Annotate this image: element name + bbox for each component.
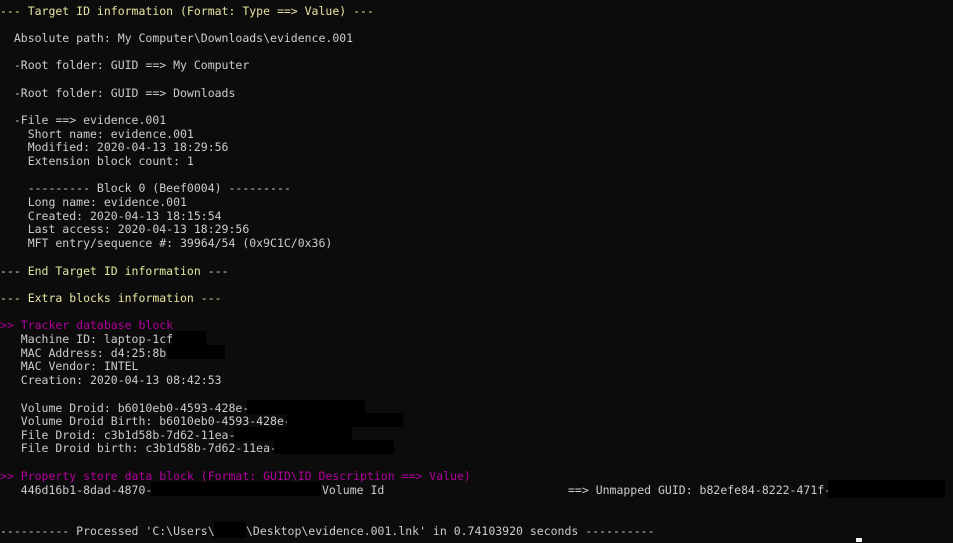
text-cursor — [856, 538, 862, 542]
redaction-block — [214, 522, 246, 538]
property-description: Volume Id — [322, 483, 385, 497]
short-name-line: Short name: evidence.001 — [0, 127, 194, 141]
property-guid: 446d16b1-8dad-4870- — [0, 483, 153, 497]
file-droid-line: File Droid: c3b1d58b-7d62-11ea- — [0, 428, 236, 442]
processed-line-suffix: \Desktop\evidence.001.lnk' in 0.74103920… — [246, 524, 655, 538]
target-id-header: --- Target ID information (Format: Type … — [0, 4, 374, 18]
property-value: ==> Unmapped GUID: b82efe84-8222-471f- — [568, 483, 832, 497]
end-target-id-line: --- End Target ID information --- — [0, 264, 229, 278]
created-line: Created: 2020-04-13 18:15:54 — [0, 209, 222, 223]
terminal-window[interactable]: --- Target ID information (Format: Type … — [0, 0, 953, 543]
redaction-block — [167, 345, 225, 359]
file-droid-birth-line: File Droid birth: c3b1d58b-7d62-11ea- — [0, 441, 277, 455]
absolute-path-line: Absolute path: My Computer\Downloads\evi… — [0, 31, 354, 45]
redaction-block — [172, 331, 206, 345]
root-folder-line: -Root folder: GUID ==> My Computer — [0, 58, 250, 72]
redaction-block — [151, 482, 321, 496]
redaction-block — [274, 440, 394, 454]
extension-block-count-line: Extension block count: 1 — [0, 154, 194, 168]
creation-line: Creation: 2020-04-13 08:42:53 — [0, 373, 222, 387]
file-line: -File ==> evidence.001 — [0, 113, 167, 127]
mac-address-line: MAC Address: d4:25:8b — [0, 346, 167, 360]
redaction-block — [287, 413, 403, 427]
redaction-block — [247, 400, 365, 414]
long-name-line: Long name: evidence.001 — [0, 195, 187, 209]
modified-line: Modified: 2020-04-13 18:29:56 — [0, 140, 229, 154]
mft-entry-line: MFT entry/sequence #: 39964/54 (0x9C1C/0… — [0, 236, 333, 250]
mac-vendor-line: MAC Vendor: INTEL — [0, 359, 139, 373]
last-access-line: Last access: 2020-04-13 18:29:56 — [0, 222, 250, 236]
machine-id-line: Machine ID: laptop-1cf — [0, 332, 174, 346]
property-store-header: >> Property store data block (Format: GU… — [0, 469, 471, 483]
volume-droid-birth-line: Volume Droid Birth: b6010eb0-4593-428e- — [0, 414, 291, 428]
redaction-block — [234, 427, 352, 441]
block-header-line: --------- Block 0 (Beef0004) --------- — [0, 181, 291, 195]
root-folder-line: -Root folder: GUID ==> Downloads — [0, 86, 236, 100]
extra-blocks-header: --- Extra blocks information --- — [0, 291, 222, 305]
processed-line-prefix: ---------- Processed 'C:\Users\ — [0, 524, 215, 538]
volume-droid-line: Volume Droid: b6010eb0-4593-428e- — [0, 401, 250, 415]
redaction-block — [828, 480, 945, 498]
tracker-database-header: >> Tracker database block — [0, 318, 174, 332]
